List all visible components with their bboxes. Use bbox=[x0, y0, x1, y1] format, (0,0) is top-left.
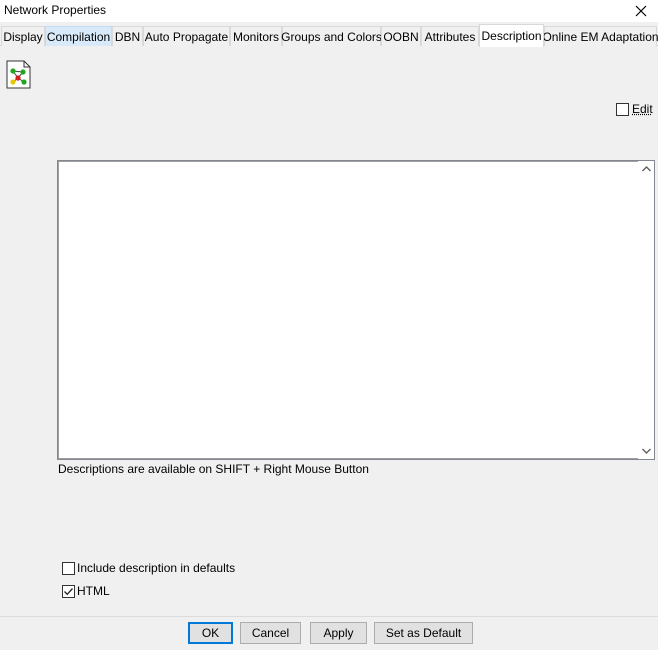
description-text[interactable] bbox=[59, 162, 638, 458]
close-icon bbox=[635, 5, 647, 17]
network-properties-window: Network Properties Display Compilation D… bbox=[0, 0, 658, 650]
tab-attributes[interactable]: Attributes bbox=[421, 26, 479, 46]
cancel-button[interactable]: Cancel bbox=[240, 622, 301, 644]
tab-dbn[interactable]: DBN bbox=[112, 26, 143, 46]
bottom-separator bbox=[0, 616, 658, 617]
network-icon bbox=[6, 60, 31, 89]
description-textarea[interactable] bbox=[57, 160, 655, 460]
scroll-down-button[interactable] bbox=[638, 443, 654, 459]
title-bar: Network Properties bbox=[0, 0, 658, 22]
tab-auto-propagate[interactable]: Auto Propagate bbox=[143, 26, 230, 46]
ok-button[interactable]: OK bbox=[188, 622, 233, 644]
apply-button[interactable]: Apply bbox=[310, 622, 367, 644]
description-page: Edit Descriptions are available on SHIFT… bbox=[0, 46, 658, 616]
description-hint: Descriptions are available on SHIFT + Ri… bbox=[58, 462, 369, 476]
include-in-defaults-checkbox[interactable] bbox=[62, 562, 75, 575]
html-label[interactable]: HTML bbox=[77, 584, 110, 598]
tab-display[interactable]: Display bbox=[1, 26, 45, 46]
chevron-down-icon bbox=[642, 448, 651, 454]
checkmark-icon bbox=[63, 586, 74, 597]
vertical-scrollbar[interactable] bbox=[638, 161, 654, 459]
tab-oobn[interactable]: OOBN bbox=[381, 26, 421, 46]
tab-compilation[interactable]: Compilation bbox=[45, 26, 112, 46]
include-in-defaults-label[interactable]: Include description in defaults bbox=[77, 561, 235, 575]
set-as-default-button[interactable]: Set as Default bbox=[374, 622, 473, 644]
edit-label[interactable]: Edit bbox=[632, 102, 653, 116]
tab-bar: Display Compilation DBN Auto Propagate M… bbox=[0, 25, 658, 46]
html-checkbox[interactable] bbox=[62, 585, 75, 598]
tab-monitors[interactable]: Monitors bbox=[230, 26, 282, 46]
scroll-up-button[interactable] bbox=[638, 161, 654, 177]
chevron-up-icon bbox=[642, 166, 651, 172]
close-button[interactable] bbox=[624, 0, 658, 22]
tab-groups-and-colors[interactable]: Groups and Colors bbox=[282, 26, 381, 46]
tab-description[interactable]: Description bbox=[479, 24, 544, 47]
window-title: Network Properties bbox=[4, 3, 106, 17]
tab-online-em-adaptation[interactable]: Online EM Adaptation bbox=[544, 26, 657, 46]
edit-checkbox[interactable] bbox=[616, 103, 629, 116]
